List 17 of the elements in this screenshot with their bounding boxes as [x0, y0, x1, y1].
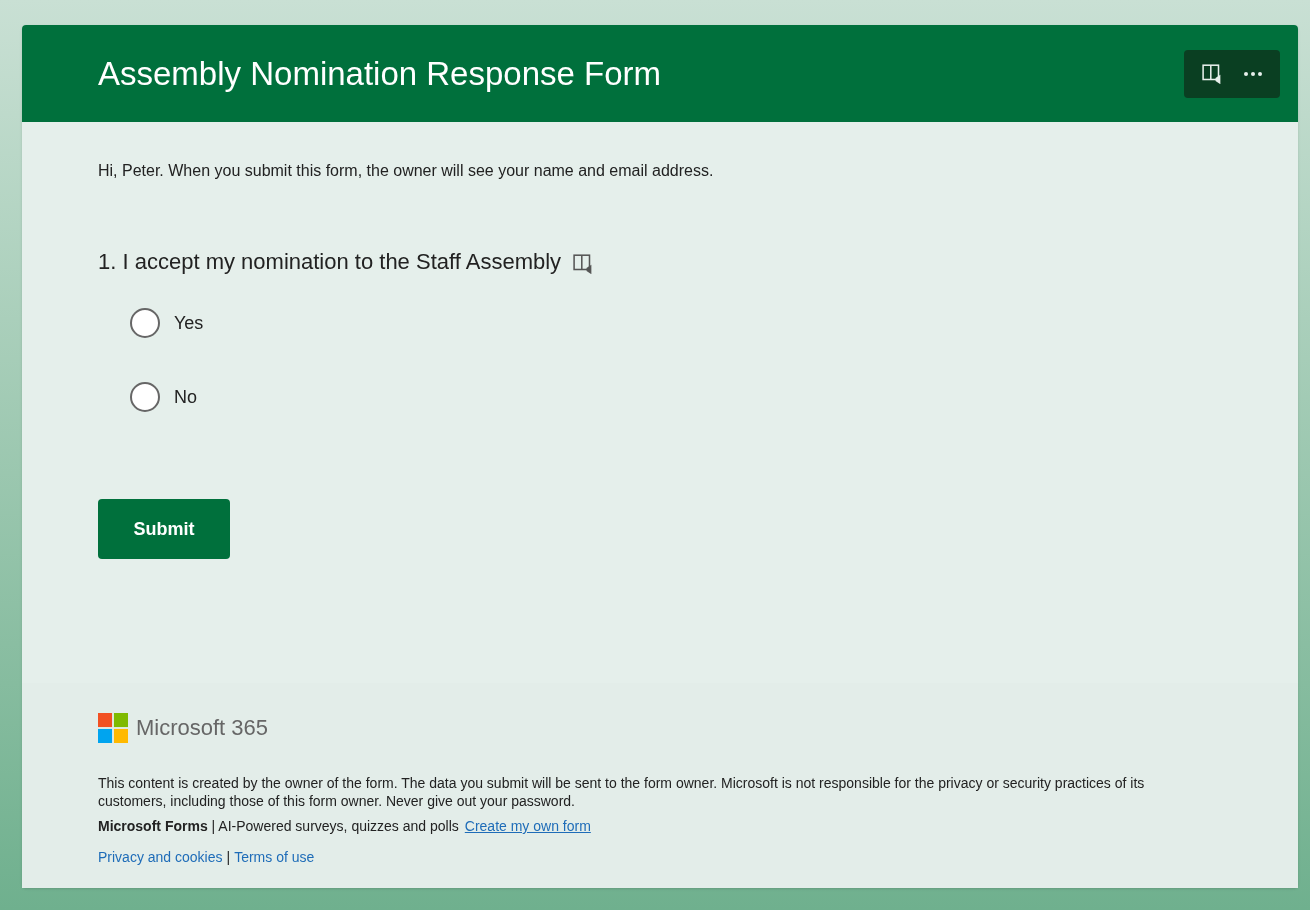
link-separator: | — [226, 848, 231, 867]
product-text: Microsoft Forms | AI-Powered surveys, quizzes and polls — [98, 817, 459, 836]
option-label: Yes — [174, 311, 204, 335]
create-form-link[interactable]: Create my own form — [464, 816, 591, 837]
windows-logo-icon — [98, 712, 128, 743]
submit-button[interactable]: Submit — [98, 499, 230, 559]
brand-name: Microsoft 365 — [136, 714, 269, 742]
terms-link[interactable]: Terms of use — [234, 847, 315, 868]
notice-text: Hi, Peter. When you submit this form, the owner will see your name and email address. — [98, 161, 715, 181]
option-label: No — [174, 385, 197, 409]
radio-button[interactable] — [130, 382, 160, 412]
radio-button[interactable] — [130, 308, 160, 338]
form-title: Assembly Nomination Response Form — [98, 53, 662, 94]
question-text: 1. I accept my nomination to the Staff Assembly — [98, 248, 562, 276]
privacy-link[interactable]: Privacy and cookies — [98, 847, 223, 868]
more-options-icon[interactable] — [1244, 71, 1262, 76]
disclaimer-text: This content is created by the owner of the form. The data you submit will be sent to the form owner. Microsoft is not responsible for the privacy or security practices of its customers, including those of this form owner. Never give out your password. — [98, 774, 1146, 810]
